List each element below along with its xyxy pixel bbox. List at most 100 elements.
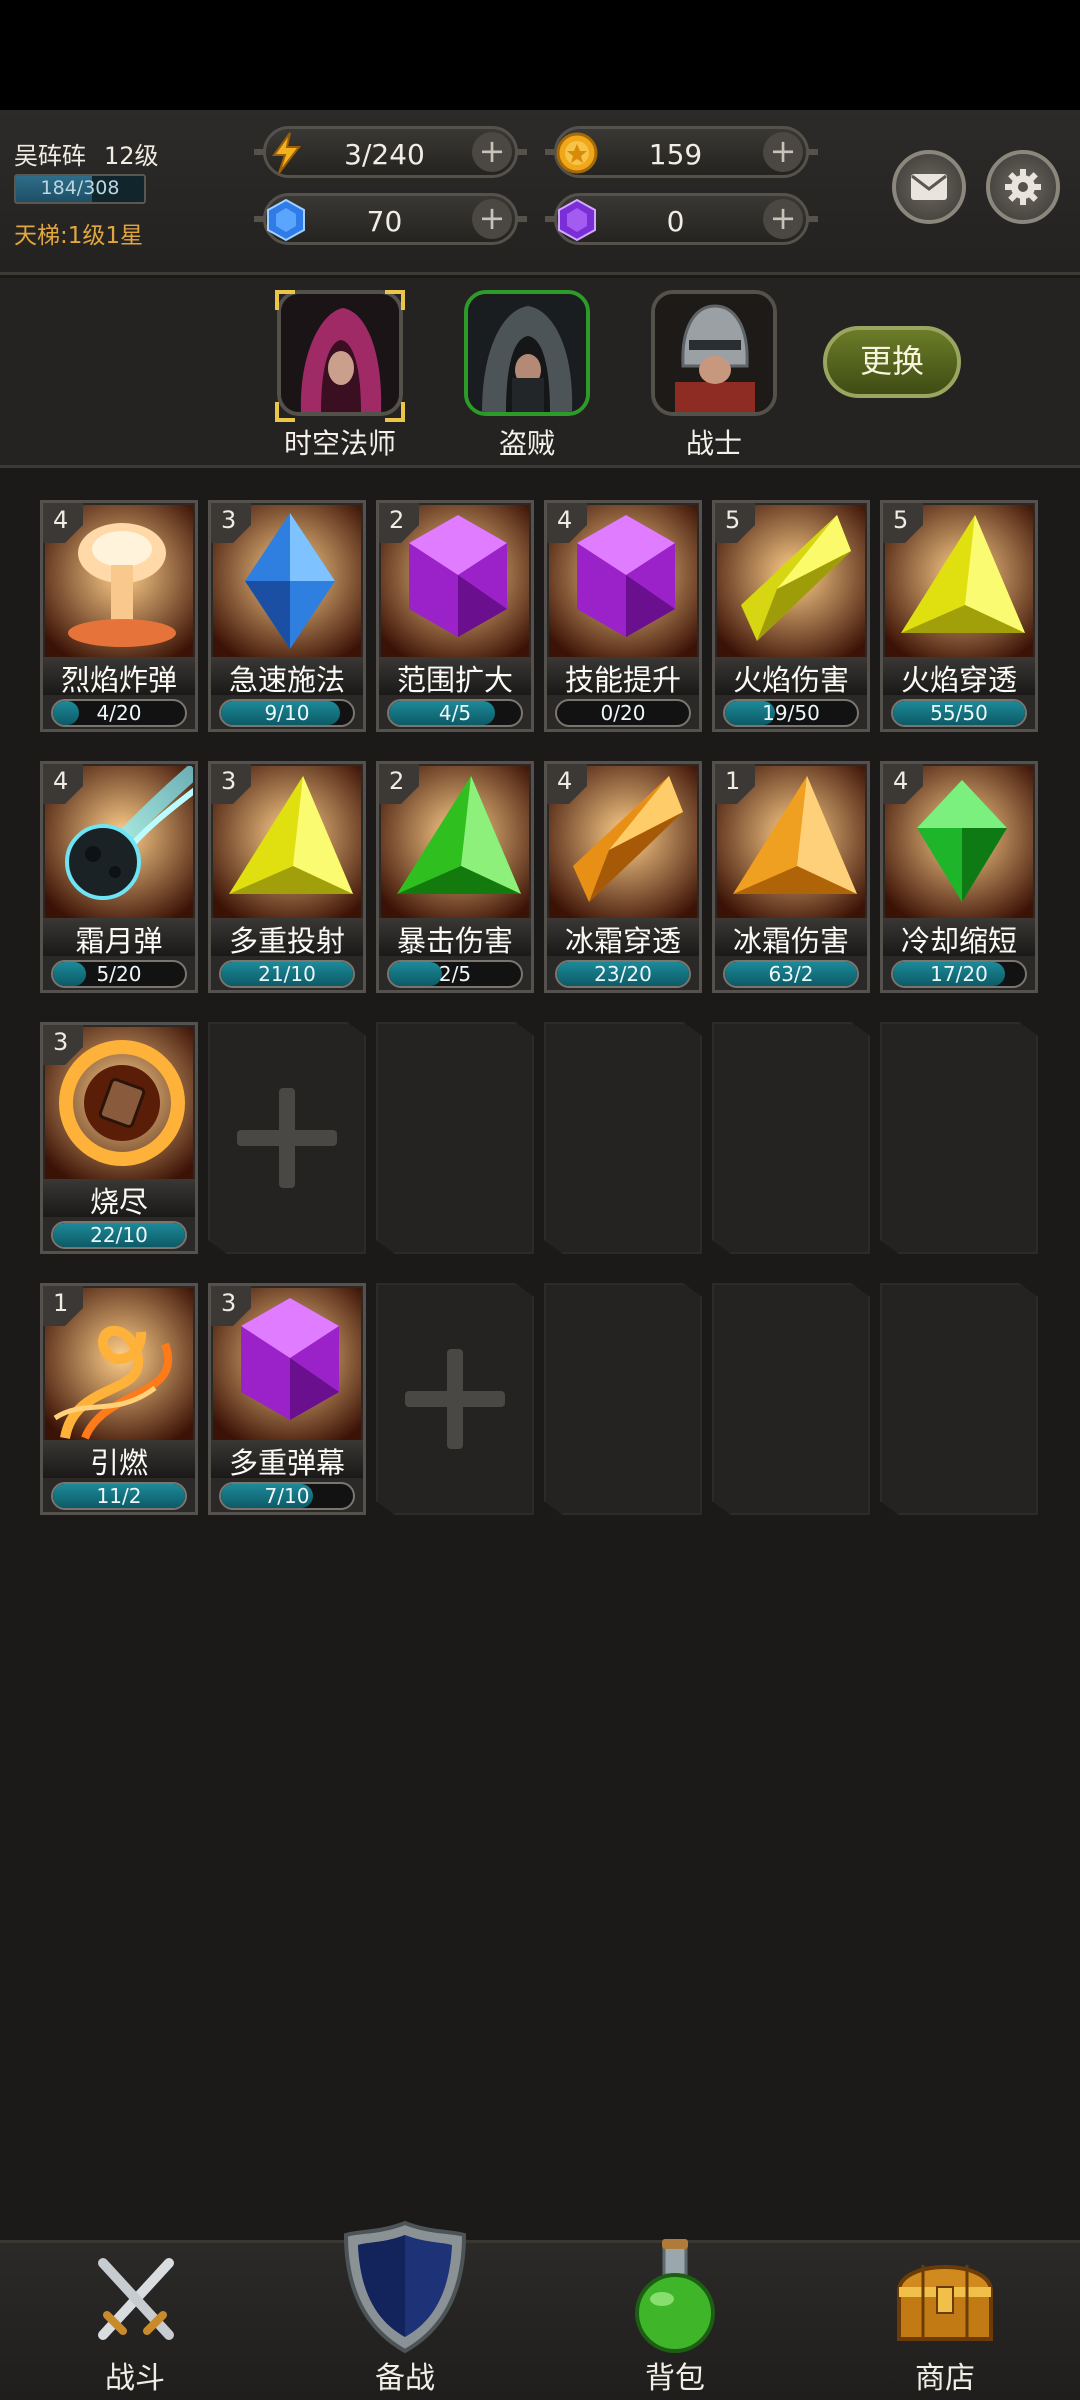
player-level: 12级 (104, 142, 159, 170)
blue-gem-counter: 70 + (254, 193, 527, 245)
character-time-mage[interactable]: 时空法师 (275, 290, 405, 462)
skill-level: 4 (893, 767, 909, 795)
skill-name: 霜月弹 (43, 918, 195, 958)
skill-card[interactable]: 3 多重投射 21/10 (208, 761, 366, 993)
skill-card[interactable]: 4 烈焰炸弹 4/20 (40, 500, 198, 732)
change-character-button[interactable]: 更换 (823, 326, 961, 398)
plus-icon (405, 1349, 505, 1449)
skill-name: 冷却缩短 (883, 918, 1035, 958)
purple-gem-add-button[interactable]: + (763, 199, 803, 239)
blue-gem-value: 70 (366, 205, 403, 238)
skill-card[interactable]: 1 冰霜伤害 63/2 (712, 761, 870, 993)
skill-progress-text: 0/20 (600, 701, 646, 725)
purple-gem-icon (555, 198, 599, 242)
skill-progress-text: 21/10 (258, 962, 316, 986)
nav-label: 背包 (645, 2361, 705, 2396)
gear-icon (1005, 169, 1041, 205)
skill-card[interactable]: 3 烧尽 22/10 (40, 1022, 198, 1254)
potion-icon (635, 2239, 715, 2353)
character-selector: 时空法师 盗贼 战士 更换 (0, 278, 1080, 468)
skill-card[interactable]: 4 冷却缩短 17/20 (880, 761, 1038, 993)
skill-name: 火焰伤害 (715, 657, 867, 697)
skill-level: 3 (53, 1028, 69, 1056)
skill-progress-text: 2/5 (438, 962, 472, 986)
skill-progress-bar: 63/2 (723, 960, 859, 988)
skill-level: 2 (389, 767, 405, 795)
character-rogue[interactable]: 盗贼 (462, 290, 592, 462)
empty-skill-slot (544, 1022, 702, 1254)
skill-card[interactable]: 2 暴击伤害 2/5 (376, 761, 534, 993)
player-name-text: 吴砗砗 (14, 142, 86, 170)
mail-icon (911, 174, 947, 200)
skill-progress-bar: 19/50 (723, 699, 859, 727)
nav-shop[interactable]: 商店 (845, 2243, 1045, 2400)
skill-card[interactable]: 5 火焰穿透 55/50 (880, 500, 1038, 732)
skill-progress-bar: 2/5 (387, 960, 523, 988)
settings-button[interactable] (986, 150, 1060, 224)
skill-level: 3 (221, 767, 237, 795)
empty-skill-slot (880, 1022, 1038, 1254)
skill-card[interactable]: 5 火焰伤害 19/50 (712, 500, 870, 732)
bottom-navigation: 战斗 备战 背包 商店 (0, 2220, 1080, 2400)
skill-name: 急速施法 (211, 657, 363, 697)
skill-card[interactable]: 4 霜月弹 5/20 (40, 761, 198, 993)
skill-card[interactable]: 4 技能提升 0/20 (544, 500, 702, 732)
skill-progress-text: 4/20 (96, 701, 142, 725)
gold-counter: 159 + (545, 126, 818, 178)
skill-card[interactable]: 1 引燃 11/2 (40, 1283, 198, 1515)
skill-name: 冰霜穿透 (547, 918, 699, 958)
add-skill-slot[interactable] (376, 1283, 534, 1515)
exp-text: 184/308 (40, 177, 120, 199)
ladder-rank: 天梯:1级1星 (14, 223, 144, 249)
treasure-chest-icon (896, 2265, 994, 2341)
energy-value: 3/240 (344, 138, 425, 171)
nav-prepare[interactable]: 备战 (305, 2220, 505, 2400)
character-warrior[interactable]: 战士 (649, 290, 779, 462)
shield-icon (343, 2220, 467, 2354)
nav-battle[interactable]: 战斗 (35, 2243, 235, 2400)
skill-level: 1 (53, 1289, 69, 1317)
nav-backpack[interactable]: 背包 (575, 2239, 775, 2400)
skill-card[interactable]: 4 冰霜穿透 23/20 (544, 761, 702, 993)
skill-card[interactable]: 2 范围扩大 4/5 (376, 500, 534, 732)
skill-progress-bar: 55/50 (891, 699, 1027, 727)
header: 吴砗砗 12级 184/308 天梯:1级1星 3/240 + 159 + 70 … (0, 110, 1080, 275)
skill-level: 3 (221, 506, 237, 534)
blue-gem-icon (264, 198, 308, 242)
skill-progress-bar: 11/2 (51, 1482, 187, 1510)
skill-progress-text: 17/20 (930, 962, 988, 986)
purple-gem-value: 0 (666, 205, 685, 238)
add-skill-slot[interactable] (208, 1022, 366, 1254)
skill-progress-bar: 17/20 (891, 960, 1027, 988)
skill-progress-text: 5/20 (96, 962, 142, 986)
skill-card[interactable]: 3 多重弹幕 7/10 (208, 1283, 366, 1515)
empty-skill-slot (712, 1283, 870, 1515)
skill-progress-bar: 9/10 (219, 699, 355, 727)
nav-label: 战斗 (105, 2361, 165, 2396)
skill-progress-text: 63/2 (768, 962, 814, 986)
nav-label: 商店 (915, 2361, 975, 2396)
energy-add-button[interactable]: + (472, 132, 512, 172)
gold-add-button[interactable]: + (763, 132, 803, 172)
skill-progress-bar: 5/20 (51, 960, 187, 988)
gold-value: 159 (648, 138, 703, 171)
crossed-swords-icon (98, 2258, 174, 2340)
mail-button[interactable] (892, 150, 966, 224)
skill-name: 烈焰炸弹 (43, 657, 195, 697)
nav-label: 备战 (375, 2361, 435, 2396)
exp-bar: 184/308 (14, 174, 146, 204)
status-bar (0, 0, 1080, 110)
energy-counter: 3/240 + (254, 126, 527, 178)
skill-level: 5 (893, 506, 909, 534)
empty-skill-slot (376, 1022, 534, 1254)
lightning-icon (264, 131, 308, 175)
skill-progress-text: 55/50 (930, 701, 988, 725)
skill-progress-text: 7/10 (264, 1484, 310, 1508)
empty-skill-slot (880, 1283, 1038, 1515)
blue-gem-add-button[interactable]: + (472, 199, 512, 239)
skill-name: 冰霜伤害 (715, 918, 867, 958)
skill-progress-bar: 23/20 (555, 960, 691, 988)
skill-card[interactable]: 3 急速施法 9/10 (208, 500, 366, 732)
character-name: 盗贼 (498, 427, 555, 460)
skill-progress-text: 11/2 (96, 1484, 142, 1508)
